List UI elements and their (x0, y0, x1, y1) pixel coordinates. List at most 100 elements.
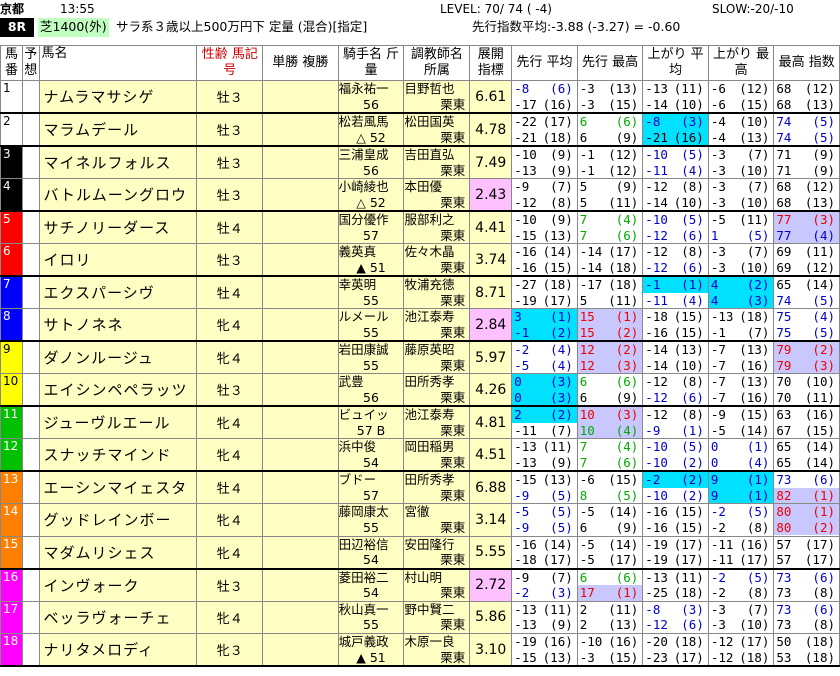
senko-avg: 2 (2) -11 (7) (511, 405, 578, 439)
max-index: 73 (6) 73 (8) (773, 568, 840, 602)
table-row[interactable]: 14 グッドレインボー 牝４ 藤岡康太 55 宮徹 栗東 3.14 -5 (5) -9 (5) -5 (1… (0, 503, 840, 537)
horse-name[interactable]: ダノンルージュ (38, 340, 198, 374)
yoso-mark[interactable] (21, 112, 40, 147)
yoso-mark[interactable] (21, 438, 40, 472)
trainer: 目野哲也 栗東 (403, 80, 471, 114)
horse-name[interactable]: サトノネネ (38, 308, 198, 342)
tenkai-index: 6.61 (469, 80, 513, 114)
trainer: 池江泰寿 栗東 (403, 308, 471, 342)
table-row[interactable]: 3 マイネルフォルス 牡３ 三浦皇成 56 吉田直弘 栗東 7.49 -10 (9) -13 (9) -… (0, 145, 840, 179)
odds (262, 340, 339, 374)
senko-avg: -22 (17) -21 (18) (511, 112, 578, 147)
trainer: 岡田稲男 栗東 (403, 438, 471, 472)
jockey: 小崎綾也 △ 52 (337, 178, 405, 212)
yoso-mark[interactable] (21, 145, 40, 179)
max-index: 65 (14) 74 (5) (773, 275, 840, 309)
sex-age: 牝４ (196, 438, 264, 472)
yoso-mark[interactable] (21, 373, 40, 407)
horse-name[interactable]: マラムデール (38, 112, 198, 147)
yoso-mark[interactable] (21, 600, 40, 634)
course-label: 芝1400(外) (38, 18, 109, 37)
umaban: 15 (0, 535, 23, 570)
yoso-mark[interactable] (21, 308, 40, 342)
agari-max: -13 (18) -1 (7) (707, 308, 775, 342)
agari-avg: -2 (2) -10 (2) (642, 470, 709, 504)
senko-max: 5 (9) 5 (11) (576, 178, 644, 212)
yoso-mark[interactable] (21, 405, 40, 439)
odds (262, 178, 339, 212)
sex-age: 牡３ (196, 373, 264, 407)
yoso-mark[interactable] (21, 275, 40, 309)
horse-name[interactable]: グッドレインボー (38, 503, 198, 537)
horse-name[interactable]: インヴォーク (38, 568, 198, 602)
yoso-mark[interactable] (21, 503, 40, 537)
max-index: 77 (3) 77 (4) (773, 210, 840, 244)
table-row[interactable]: 7 エクスパーシヴ 牡４ 幸英明 55 牧浦充徳 栗東 8.71 -27 (18) -19 (17) -… (0, 275, 840, 309)
col-index: 展開 指標 (469, 45, 513, 81)
senko-max: -1 (12) -1 (12) (576, 145, 644, 179)
horse-name[interactable]: ベッラヴォーチェ (38, 600, 198, 634)
col-trainer: 調教師名 所属 (403, 45, 471, 81)
yoso-mark[interactable] (21, 470, 40, 504)
max-index: 71 (9) 71 (9) (773, 145, 840, 179)
yoso-mark[interactable] (21, 210, 40, 244)
max-index: 73 (6) 82 (1) (773, 470, 840, 504)
table-row[interactable]: 8 サトノネネ 牝４ ルメール 55 池江泰寿 栗東 2.84 3 (1) -1 (2) 15 (1) 15… (0, 308, 840, 342)
table-row[interactable]: 16 インヴォーク 牡３ 菱田裕二 54 村山明 栗東 2.72 -9 (7) -2 (3) 6 (6) 1… (0, 568, 840, 602)
senko-avg: -9 (7) -2 (3) (511, 568, 578, 602)
umaban: 3 (0, 145, 23, 179)
umaban: 16 (0, 568, 23, 602)
agari-max: -5 (11) 1 (5) (707, 210, 775, 244)
table-row[interactable]: 11 ジューヴルエール 牝４ ビュイッ 57 B 池江泰寿 栗東 4.81 2 (2) -11 (7)… (0, 405, 840, 439)
horse-name[interactable]: エイシンペペラッツ (38, 373, 198, 407)
umaban: 6 (0, 243, 23, 277)
yoso-mark[interactable] (21, 80, 40, 114)
horse-name[interactable]: ナムラマサシゲ (38, 80, 198, 114)
horse-name[interactable]: マダムリシェス (38, 535, 198, 570)
agari-max: -7 (13) -7 (16) (707, 340, 775, 374)
trainer: 松田国英 栗東 (403, 112, 471, 147)
table-row[interactable]: 9 ダノンルージュ 牝４ 岩田康誠 55 藤原英昭 栗東 5.97 -2 (4) -5 (4) 12 (2… (0, 340, 840, 374)
senko-avg: -5 (5) -9 (5) (511, 503, 578, 537)
horse-name[interactable]: ジューヴルエール (38, 405, 198, 439)
agari-max: -3 (7) -3 (10) (707, 178, 775, 212)
table-row[interactable]: 6 イロリ 牡３ 義英真 ▲ 51 佐々木晶 栗東 3.74 -16 (14) -16 (15) -14… (0, 243, 840, 277)
table-row[interactable]: 2 マラムデール 牡３ 松若風馬 △ 52 松田国英 栗東 4.78 -22 (17) -21 (18… (0, 112, 840, 147)
table-row[interactable]: 5 サチノリーダース 牡４ 国分優作 57 服部利之 栗東 4.41 -10 (9) -15 (13)… (0, 210, 840, 244)
horse-name[interactable]: ナリタメロディ (38, 633, 198, 667)
jockey: 城戸義政 ▲ 51 (337, 633, 405, 667)
table-row[interactable]: 4 バトルムーングロウ 牡３ 小崎綾也 △ 52 本田優 栗東 2.43 -9 (7) -12 (8)… (0, 178, 840, 212)
yoso-mark[interactable] (21, 178, 40, 212)
horse-name[interactable]: エーシンマイェスタ (38, 470, 198, 504)
horse-name[interactable]: スナッチマインド (38, 438, 198, 472)
tenkai-index: 7.49 (469, 145, 513, 179)
table-row[interactable]: 18 ナリタメロディ 牝３ 城戸義政 ▲ 51 木原一良 栗東 3.10 -19 (16) -15(… (0, 633, 840, 667)
horse-name[interactable]: エクスパーシヴ (38, 275, 198, 309)
col-sex: 性齢 馬記号 (196, 45, 264, 81)
yoso-mark[interactable] (21, 340, 40, 374)
table-row[interactable]: 17 ベッラヴォーチェ 牝４ 秋山真一 55 野中賢二 栗東 5.86 -13 (11) -13 (9… (0, 600, 840, 634)
yoso-mark[interactable] (21, 568, 40, 602)
horse-name[interactable]: マイネルフォルス (38, 145, 198, 179)
jockey: 秋山真一 55 (337, 600, 405, 634)
horse-name[interactable]: サチノリーダース (38, 210, 198, 244)
table-row[interactable]: 1 ナムラマサシゲ 牡３ 福永祐一 56 目野哲也 栗東 6.61 -8 (6) -17 (16) -3… (0, 80, 840, 114)
yoso-mark[interactable] (21, 243, 40, 277)
tenkai-index: 8.71 (469, 275, 513, 309)
max-index: 73 (6) 73 (8) (773, 600, 840, 634)
table-row[interactable]: 10 エイシンペペラッツ 牡３ 武豊 56 田所秀孝 栗東 4.26 0 (3) 0 (3) 6 (6) 6… (0, 373, 840, 407)
table-row[interactable]: 12 スナッチマインド 牝４ 浜中俊 54 岡田稲男 栗東 4.51 -13 (11) -13 (9)… (0, 438, 840, 472)
horse-name[interactable]: イロリ (38, 243, 198, 277)
yoso-mark[interactable] (21, 535, 40, 570)
jockey: 幸英明 55 (337, 275, 405, 309)
sex-age: 牝３ (196, 633, 264, 667)
jockey: ルメール 55 (337, 308, 405, 342)
horse-name[interactable]: バトルムーングロウ (38, 178, 198, 212)
level-label: LEVEL: 70/ 74 ( -4) (440, 2, 552, 16)
table-row[interactable]: 15 マダムリシェス 牝４ 田辺裕信 54 安田隆行 栗東 5.55 -16 (14) -18 (17… (0, 535, 840, 570)
senko-avg: -13 (11) -13 (9) (511, 600, 578, 634)
yoso-mark[interactable] (21, 633, 40, 667)
max-index: 50 (18) 53 (18) (773, 633, 840, 667)
odds (262, 373, 339, 407)
table-row[interactable]: 13 エーシンマイェスタ 牡４ ブドー 57 田所秀孝 栗東 6.88 -15 (13) -9 (5)… (0, 470, 840, 504)
